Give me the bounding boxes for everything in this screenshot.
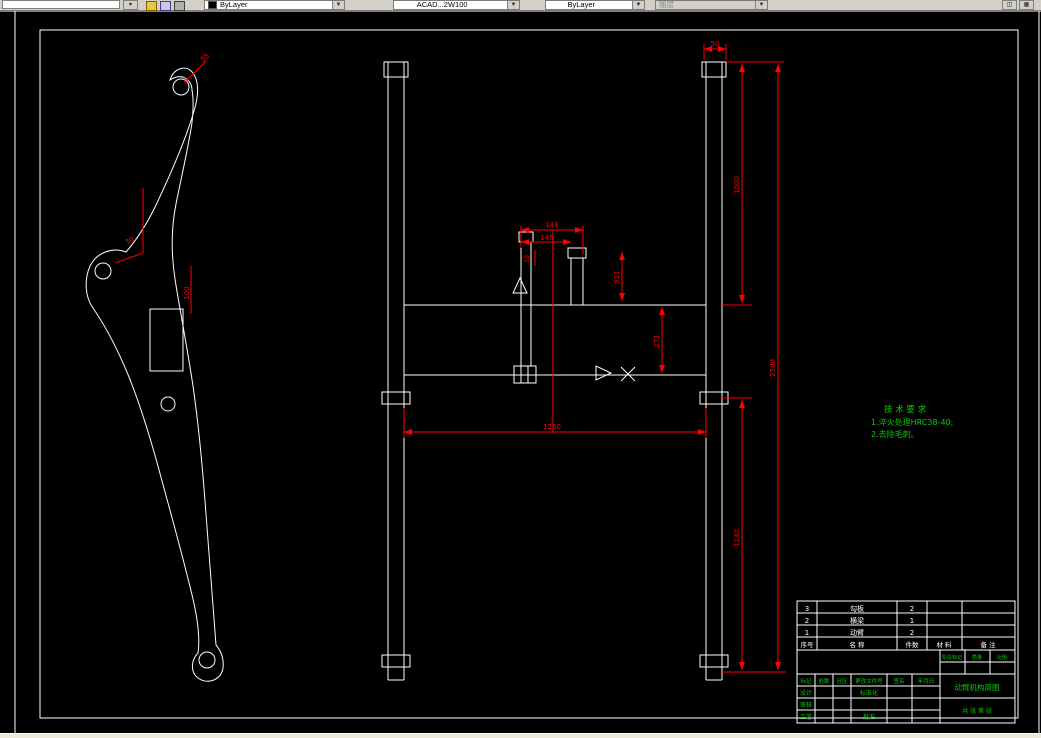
part-row-qty: 1 (910, 617, 914, 625)
model-space[interactable]: 55 30 100 50 1000 1140 2500 1260 271 148… (0, 10, 1041, 738)
layer-field[interactable] (2, 0, 120, 9)
stage-scale-label: 比例 (997, 654, 1007, 661)
dim-cap-width: 50 (711, 40, 720, 48)
notes-line1: 1.淬火处理HRC38-40; (871, 417, 953, 427)
part-row-qty: 2 (910, 605, 914, 613)
direction-arrow-icon (595, 365, 613, 381)
arm-top-hole[interactable] (172, 78, 190, 96)
dim-beam-span: 1260 (543, 423, 561, 431)
plotstyle-combo[interactable]: 随层 ▼ (655, 0, 768, 10)
chevron-down-icon[interactable]: ▼ (506, 1, 519, 9)
role-process: 工艺 (800, 713, 812, 721)
dim-stub-height: 311 (613, 270, 621, 283)
make-layer-icon[interactable] (174, 1, 185, 11)
parts-header-name: 名 称 (849, 640, 865, 649)
dim-plate-thickness: 13 (523, 255, 531, 263)
part-row-no: 1 (805, 629, 809, 637)
sheet-count: 共 张 第 张 (962, 707, 992, 715)
properties-toolbar: ▾ ByLayer ▼ ACAD...2W100 ▼ ByLayer ▼ 随层 … (0, 0, 1041, 11)
part-row-no: 2 (805, 617, 809, 625)
dim-arm-angle: 30 (124, 235, 136, 247)
color-combo-value: ByLayer (220, 0, 248, 9)
frame-dimensions: 50 1000 1140 2500 1260 271 148 145 311 1… (403, 40, 786, 673)
dim-bracket-outer: 148 (545, 221, 558, 229)
chevron-down-icon[interactable]: ▼ (631, 1, 644, 9)
toolbar-right-icon-1[interactable]: ◫ (1002, 0, 1017, 10)
weld-symbol-icon (512, 276, 528, 294)
dim-rail-upper: 1000 (733, 176, 741, 194)
rev-label: 标记 (800, 677, 812, 685)
part-row-no: 3 (805, 605, 809, 613)
lineweight-combo-value: ByLayer (567, 0, 595, 9)
arm-side-hole[interactable] (94, 262, 112, 280)
role-standard: 标准化 (860, 689, 878, 697)
role-check: 审核 (800, 701, 812, 709)
chevron-down-icon[interactable]: ▾ (123, 0, 138, 10)
lever-arm-geometry[interactable] (85, 67, 224, 682)
part-row-name: 动臂 (850, 628, 864, 637)
arm-bottom-hole[interactable] (198, 651, 216, 669)
parts-header-qty: 件数 (906, 640, 920, 649)
lever-arm-dimensions: 55 30 100 (114, 52, 211, 314)
color-combo[interactable]: ByLayer ▼ (204, 0, 345, 10)
status-bar (0, 733, 1041, 738)
technical-notes: 技 术 要 求 1.淬火处理HRC38-40; 2.去除毛刺。 (871, 404, 953, 439)
dim-beam-height: 271 (653, 334, 661, 347)
drawing-title: 动臂机构简图 (955, 682, 1000, 692)
role-design: 设计 (800, 689, 812, 697)
notes-line2: 2.去除毛刺。 (871, 429, 919, 439)
dim-arm-offset: 100 (183, 286, 191, 299)
linetype-combo-value: ACAD...2W100 (416, 0, 468, 9)
color-swatch (208, 1, 217, 9)
rev-label: 更改文件号 (855, 677, 883, 685)
parts-header-material: 材 料 (936, 640, 952, 649)
arm-window-cutout[interactable] (149, 308, 184, 372)
cad-window: ▾ ByLayer ▼ ACAD...2W100 ▼ ByLayer ▼ 随层 … (0, 0, 1041, 738)
part-row-qty: 2 (910, 629, 914, 637)
frame-rails[interactable] (381, 61, 729, 681)
linetype-combo[interactable]: ACAD...2W100 ▼ (393, 0, 520, 10)
chevron-down-icon[interactable]: ▼ (755, 1, 767, 9)
lever-arm-outline[interactable] (85, 67, 224, 682)
layer-props-icon[interactable] (160, 1, 171, 11)
title-block: 3 勾板 2 2 横梁 1 1 动臂 2 序号 名 称 件数 材 料 备 注 标… (796, 600, 1016, 724)
dim-bracket-inner: 145 (540, 234, 553, 242)
drawing-canvas[interactable]: 55 30 100 50 1000 1140 2500 1260 271 148… (0, 10, 1041, 734)
dim-arm-top: 55 (199, 52, 211, 64)
stage-mark-label: 阶段标记 (942, 654, 962, 661)
stage-weight-label: 质量 (972, 654, 982, 661)
rev-label: 分区 (836, 677, 848, 685)
layers-icon[interactable] (146, 1, 157, 11)
rev-label: 签名 (893, 677, 904, 685)
role-approve: 批准 (863, 713, 875, 721)
rev-label: 处数 (818, 677, 830, 685)
parts-header-remark: 备 注 (980, 640, 996, 649)
chevron-down-icon[interactable]: ▼ (332, 1, 344, 9)
beam-bracket[interactable] (512, 231, 636, 384)
lineweight-combo[interactable]: ByLayer ▼ (545, 0, 645, 10)
toolbar-right-icon-2[interactable]: ▦ (1019, 0, 1034, 10)
parts-header-no: 序号 (801, 640, 815, 649)
part-row-name: 勾板 (850, 604, 864, 613)
plotstyle-combo-value: 随层 (659, 0, 674, 9)
notes-heading: 技 术 要 求 (884, 404, 927, 415)
rev-label: 年月日 (918, 677, 935, 685)
dim-total-height: 2500 (769, 359, 777, 377)
arm-mid-hole[interactable] (160, 396, 176, 412)
dim-rail-lower: 1140 (733, 529, 741, 547)
part-row-name: 横梁 (850, 616, 864, 625)
